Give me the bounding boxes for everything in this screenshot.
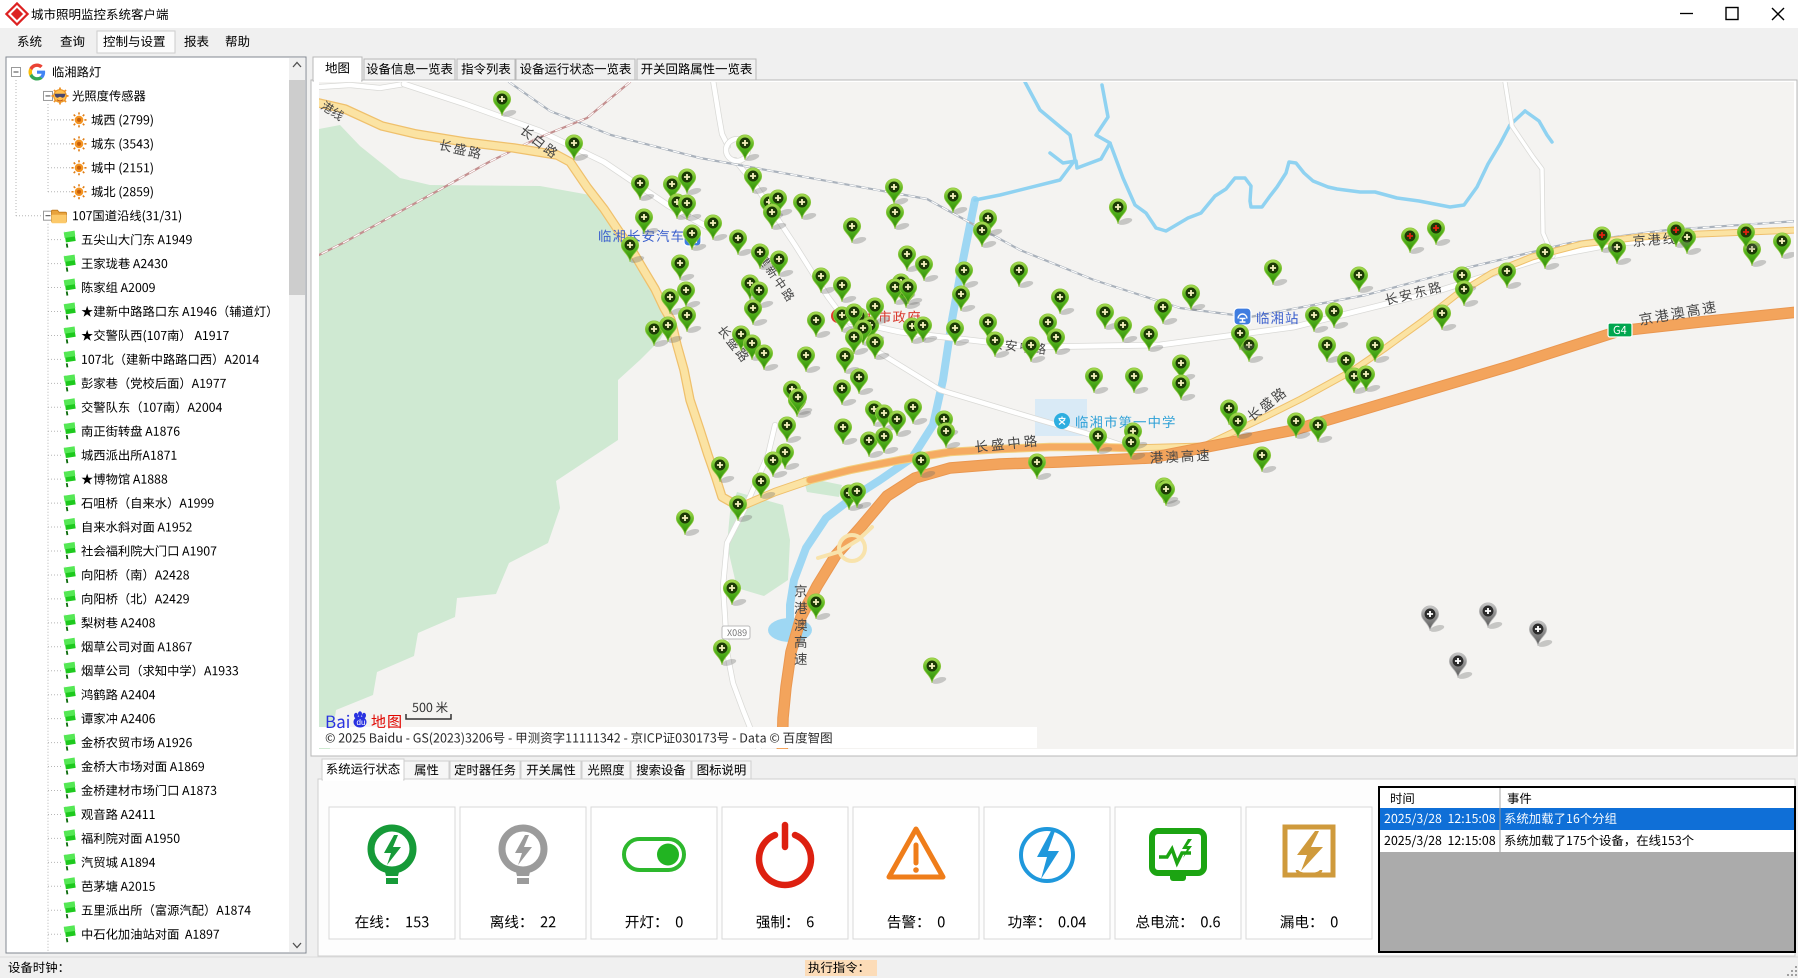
svg-text:du: du [357,718,366,727]
